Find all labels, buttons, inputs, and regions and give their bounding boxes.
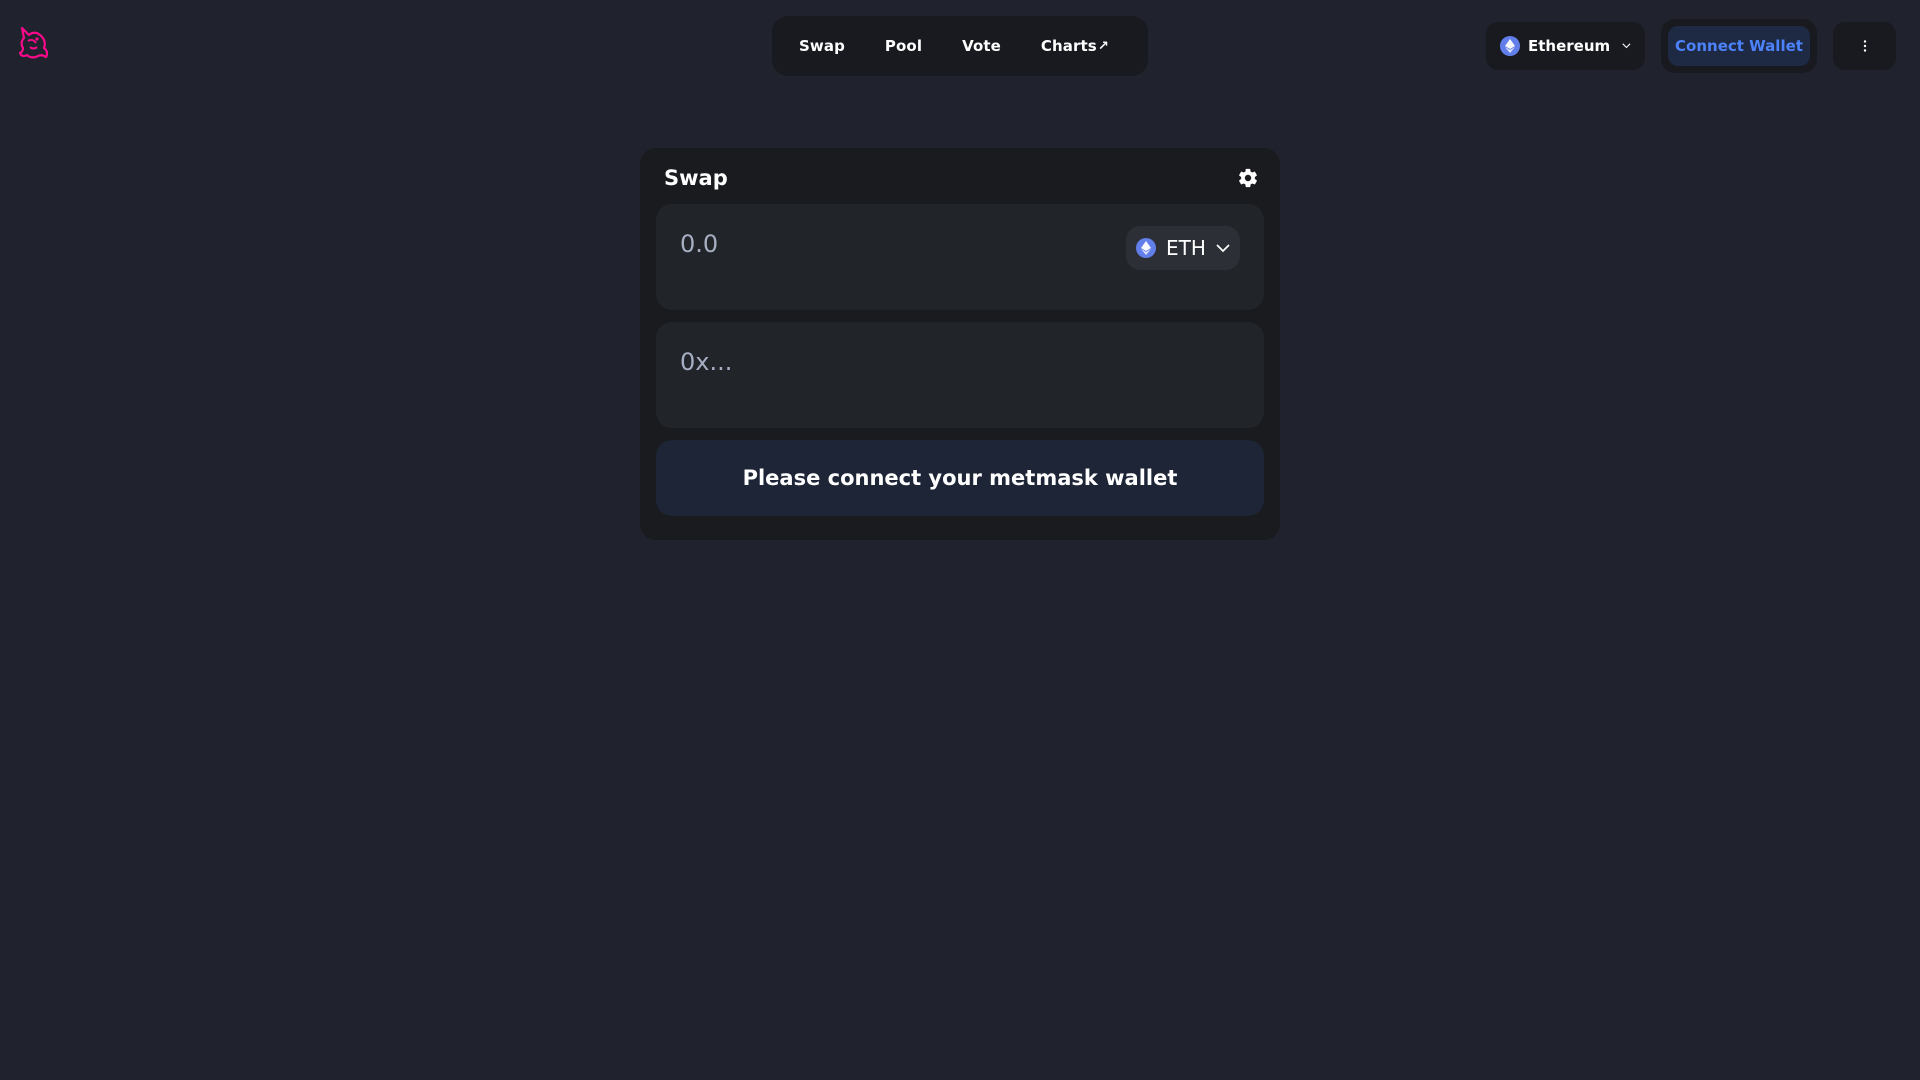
uniswap-logo[interactable] xyxy=(18,26,51,60)
token-selector[interactable]: ETH xyxy=(1126,226,1240,270)
nav-vote-label: Vote xyxy=(962,37,1001,55)
nav-charts-label: Charts xyxy=(1040,37,1097,55)
network-label: Ethereum xyxy=(1528,37,1611,55)
nav-swap-label: Swap xyxy=(799,37,845,55)
amount-panel: ETH xyxy=(656,204,1264,310)
external-link-icon: ↗ xyxy=(1097,38,1109,54)
chevron-down-icon xyxy=(1216,243,1230,252)
nav-charts[interactable]: Charts ↗ xyxy=(1021,23,1129,69)
recipient-address-input[interactable] xyxy=(680,344,1100,380)
swap-card: Swap ETH Please connect your metmask wal… xyxy=(640,148,1280,540)
nav-pool-label: Pool xyxy=(884,37,923,55)
ethereum-icon xyxy=(1136,238,1156,258)
main-nav: Swap Pool Vote Charts ↗ xyxy=(772,16,1148,76)
nav-pool[interactable]: Pool xyxy=(865,23,942,69)
nav-swap[interactable]: Swap xyxy=(779,23,865,69)
connect-wallet-prompt-button[interactable]: Please connect your metmask wallet xyxy=(656,440,1264,516)
gear-icon xyxy=(1239,168,1257,188)
address-panel xyxy=(656,322,1264,428)
settings-button[interactable] xyxy=(1237,167,1259,189)
more-vertical-icon xyxy=(1863,40,1866,52)
swap-title: Swap xyxy=(664,166,728,190)
more-menu-button[interactable] xyxy=(1833,22,1896,70)
nav-vote[interactable]: Vote xyxy=(942,23,1021,69)
ethereum-icon xyxy=(1500,36,1520,56)
chevron-down-icon xyxy=(1622,43,1631,49)
unicorn-logo-icon xyxy=(18,26,49,59)
network-selector[interactable]: Ethereum xyxy=(1486,22,1645,70)
token-symbol: ETH xyxy=(1166,236,1206,260)
amount-input[interactable] xyxy=(680,226,1100,262)
connect-wallet-button[interactable]: Connect Wallet xyxy=(1668,26,1810,66)
wallet-container: Connect Wallet xyxy=(1661,19,1817,73)
